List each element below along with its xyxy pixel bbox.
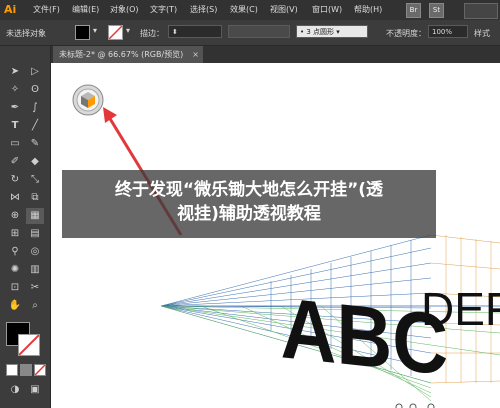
pen-icon[interactable]: ✒: [6, 100, 24, 116]
headline-line-1: 终于发现“微乐锄大地怎么开挂”(透: [114, 180, 384, 200]
brush-icon[interactable]: ✐: [6, 154, 24, 170]
zoom-icon[interactable]: ⌕: [26, 298, 44, 314]
app-logo: Ai: [4, 3, 17, 16]
line-icon[interactable]: ╱: [26, 118, 44, 134]
control-bar: 未选择对象 ▾ ▾ 描边： ⬍ • 3 点圆形 ▾ 不透明度： 100% 样式: [0, 20, 500, 46]
menu-view[interactable]: 视图(V): [270, 4, 298, 15]
chevron-down-icon[interactable]: ▾: [93, 26, 97, 35]
opacity-field[interactable]: 100%: [428, 25, 468, 38]
plane-switch-widget-icon[interactable]: [72, 84, 104, 116]
stroke-label: 描边：: [140, 29, 164, 38]
menu-effect[interactable]: 效果(C): [230, 4, 258, 15]
lasso-icon[interactable]: ʘ: [26, 82, 44, 98]
close-icon[interactable]: ×: [192, 46, 199, 63]
document-tab-bar: 未标题-2* @ 66.67% (RGB/预览) ×: [51, 46, 500, 63]
direct-selection-tool-icon[interactable]: ▷: [26, 64, 44, 80]
opacity-label: 不透明度：: [386, 29, 426, 38]
pencil-icon[interactable]: ✎: [26, 136, 44, 152]
grid-handle[interactable]: [395, 403, 403, 408]
perspective-grid-icon[interactable]: ▦: [26, 208, 44, 224]
menu-edit[interactable]: 编辑(E): [72, 4, 99, 15]
search-field[interactable]: [464, 3, 498, 19]
tools-panel: ➤ ▷ ✧ ʘ ✒ ∫ T ╱ ▭ ✎ ✐ ◆ ↻ ⤡ ⋈ ⧉ ⊕ ▦ ⊞ ▤ …: [0, 46, 51, 408]
curvature-icon[interactable]: ∫: [26, 100, 44, 116]
stroke-swatch-icon[interactable]: [18, 334, 40, 356]
none-slash-icon: [19, 335, 39, 355]
none-slash-icon: [108, 25, 123, 40]
fill-color-swatch[interactable]: [75, 25, 90, 40]
grid-handle[interactable]: [427, 403, 435, 408]
stroke-color-swatch[interactable]: [108, 25, 123, 40]
selection-tool-icon[interactable]: ➤: [6, 64, 24, 80]
menu-help[interactable]: 帮助(H): [354, 4, 382, 15]
none-mode-icon[interactable]: [34, 364, 46, 376]
headline-line-2: 视挂)辅助透视教程: [177, 204, 321, 224]
gradient-icon[interactable]: ▤: [26, 226, 44, 242]
hand-icon[interactable]: ✋: [6, 298, 24, 314]
menu-bar: Ai 文件(F) 编辑(E) 对象(O) 文字(T) 选择(S) 效果(C) 视…: [0, 0, 500, 20]
document-tab-title: 未标题-2* @ 66.67% (RGB/预览): [59, 50, 184, 59]
menu-file[interactable]: 文件(F): [33, 4, 60, 15]
free-transform-icon[interactable]: ⧉: [26, 190, 44, 206]
mesh-icon[interactable]: ⊞: [6, 226, 24, 242]
eyedropper-icon[interactable]: ⚲: [6, 244, 24, 260]
grid-handle[interactable]: [409, 403, 417, 408]
eraser-icon[interactable]: ◆: [26, 154, 44, 170]
shape-builder-icon[interactable]: ⊕: [6, 208, 24, 224]
chevron-down-icon[interactable]: ▾: [126, 26, 130, 35]
screen-mode-icon[interactable]: ▣: [26, 382, 44, 398]
rectangle-icon[interactable]: ▭: [6, 136, 24, 152]
variable-width-profile[interactable]: [228, 25, 290, 38]
def-text[interactable]: DEF: [421, 283, 500, 335]
menu-window[interactable]: 窗口(W): [312, 4, 342, 15]
brush-definition-select[interactable]: • 3 点圆形 ▾: [296, 25, 368, 38]
style-label: 样式: [474, 29, 490, 38]
scale-icon[interactable]: ⤡: [26, 172, 44, 188]
document-tab[interactable]: 未标题-2* @ 66.67% (RGB/预览) ×: [53, 46, 203, 63]
gradient-mode-icon[interactable]: [20, 364, 32, 376]
symbol-sprayer-icon[interactable]: ✺: [6, 262, 24, 278]
blend-icon[interactable]: ◎: [26, 244, 44, 260]
color-mode-icon[interactable]: [6, 364, 18, 376]
menu-select[interactable]: 选择(S): [190, 4, 217, 15]
column-graph-icon[interactable]: ▥: [26, 262, 44, 278]
stroke-weight-field[interactable]: ⬍: [168, 25, 222, 38]
menu-object[interactable]: 对象(O): [110, 4, 139, 15]
selection-status: 未选择对象: [6, 29, 46, 38]
draw-mode-icon[interactable]: ◑: [6, 382, 24, 398]
rotate-icon[interactable]: ↻: [6, 172, 24, 188]
menu-type[interactable]: 文字(T): [150, 4, 177, 15]
artboard-icon[interactable]: ⊡: [6, 280, 24, 296]
type-icon[interactable]: T: [6, 118, 24, 134]
stock-button[interactable]: St: [429, 3, 444, 18]
headline-banner: 终于发现“微乐锄大地怎么开挂”(透 视挂)辅助透视教程: [62, 170, 436, 238]
bridge-button[interactable]: Br: [406, 3, 421, 18]
width-icon[interactable]: ⋈: [6, 190, 24, 206]
magic-wand-icon[interactable]: ✧: [6, 82, 24, 98]
slice-icon[interactable]: ✂: [26, 280, 44, 296]
